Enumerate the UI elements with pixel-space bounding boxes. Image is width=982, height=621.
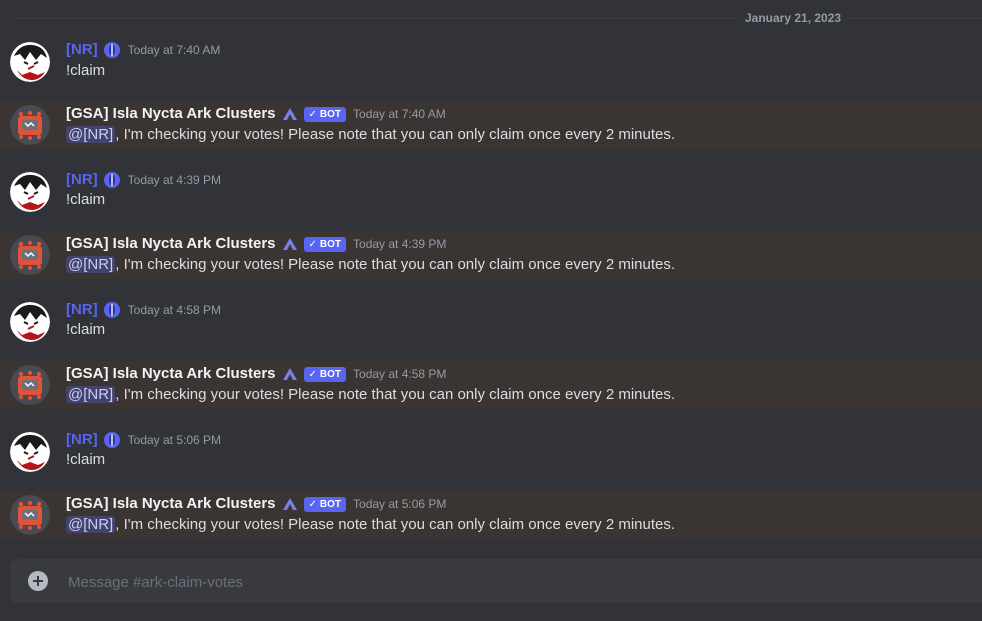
bot-tag: ✓ BOT xyxy=(303,366,347,382)
timestamp[interactable]: Today at 4:58 PM xyxy=(128,303,221,317)
user-mention[interactable]: @[NR] xyxy=(66,386,116,403)
message[interactable]: [NR] Today at 7:40 AM !claim xyxy=(0,36,982,96)
verified-check-icon: ✓ xyxy=(308,238,317,250)
message[interactable]: [NR] Today at 4:39 PM !claim xyxy=(0,166,982,226)
message-header: [GSA] Isla Nycta Ark Clusters ✓ BOT Today… xyxy=(66,104,446,124)
message-content: @[NR], I'm checking your votes! Please n… xyxy=(66,384,675,406)
timestamp[interactable]: Today at 4:39 PM xyxy=(353,237,446,251)
message[interactable]: [GSA] Isla Nycta Ark Clusters ✓ BOT Today… xyxy=(0,101,982,149)
bot-tag: ✓ BOT xyxy=(303,236,347,252)
date-divider: January 21, 2023 xyxy=(739,10,848,26)
verified-check-icon: ✓ xyxy=(308,498,317,510)
timestamp[interactable]: Today at 7:40 AM xyxy=(128,43,221,57)
timestamp[interactable]: Today at 5:06 PM xyxy=(353,497,446,511)
message-composer xyxy=(10,559,982,605)
user-mention[interactable]: @[NR] xyxy=(66,516,116,533)
message-header: [NR] Today at 5:06 PM xyxy=(66,430,221,450)
message-content: @[NR], I'm checking your votes! Please n… xyxy=(66,124,675,146)
user-mention[interactable]: @[NR] xyxy=(66,126,116,143)
message-text: , I'm checking your votes! Please note t… xyxy=(115,256,676,273)
nitro-badge-icon[interactable] xyxy=(103,171,121,189)
message-header: [NR] Today at 4:39 PM xyxy=(66,170,221,190)
nitro-badge-icon[interactable] xyxy=(103,431,121,449)
user-mention[interactable]: @[NR] xyxy=(66,256,116,273)
message-header: [GSA] Isla Nycta Ark Clusters ✓ BOT Today… xyxy=(66,364,446,384)
chat-view: January 21, 2023 [NR] Today at 7:40 AM !… xyxy=(0,0,982,621)
timestamp[interactable]: Today at 7:40 AM xyxy=(353,107,446,121)
message[interactable]: [GSA] Isla Nycta Ark Clusters ✓ BOT Today… xyxy=(0,491,982,539)
bot-avatar[interactable] xyxy=(10,365,50,405)
bot-avatar[interactable] xyxy=(10,235,50,275)
plus-circle-icon[interactable] xyxy=(28,571,48,591)
username[interactable]: [GSA] Isla Nycta Ark Clusters xyxy=(66,494,276,514)
message-text: , I'm checking your votes! Please note t… xyxy=(115,386,676,403)
message-text: , I'm checking your votes! Please note t… xyxy=(115,516,676,533)
nitro-badge-icon[interactable] xyxy=(103,41,121,59)
role-icon[interactable] xyxy=(281,235,299,253)
username[interactable]: [GSA] Isla Nycta Ark Clusters xyxy=(66,104,276,124)
username[interactable]: [NR] xyxy=(66,300,98,320)
bot-tag: ✓ BOT xyxy=(303,106,347,122)
avatar[interactable] xyxy=(10,432,50,472)
role-icon[interactable] xyxy=(281,495,299,513)
message[interactable]: [GSA] Isla Nycta Ark Clusters ✓ BOT Today… xyxy=(0,231,982,279)
message-content: !claim xyxy=(66,321,106,338)
message-content: @[NR], I'm checking your votes! Please n… xyxy=(66,514,675,536)
message-input[interactable] xyxy=(66,559,970,605)
nitro-badge-icon[interactable] xyxy=(103,301,121,319)
message-text: , I'm checking your votes! Please note t… xyxy=(115,126,676,143)
bot-avatar[interactable] xyxy=(10,105,50,145)
timestamp[interactable]: Today at 5:06 PM xyxy=(128,433,221,447)
username[interactable]: [GSA] Isla Nycta Ark Clusters xyxy=(66,364,276,384)
message[interactable]: [NR] Today at 5:06 PM !claim xyxy=(0,426,982,486)
message-header: [GSA] Isla Nycta Ark Clusters ✓ BOT Today… xyxy=(66,234,446,254)
bot-tag: ✓ BOT xyxy=(303,496,347,512)
message-content: !claim xyxy=(66,62,106,79)
message-content: !claim xyxy=(66,191,106,208)
message-content: @[NR], I'm checking your votes! Please n… xyxy=(66,254,675,276)
message-header: [NR] Today at 7:40 AM xyxy=(66,40,220,60)
message-header: [GSA] Isla Nycta Ark Clusters ✓ BOT Today… xyxy=(66,494,446,514)
avatar[interactable] xyxy=(10,42,50,82)
username[interactable]: [GSA] Isla Nycta Ark Clusters xyxy=(66,234,276,254)
role-icon[interactable] xyxy=(281,365,299,383)
message-content: !claim xyxy=(66,451,106,468)
verified-check-icon: ✓ xyxy=(308,108,317,120)
username[interactable]: [NR] xyxy=(66,430,98,450)
message[interactable]: [GSA] Isla Nycta Ark Clusters ✓ BOT Today… xyxy=(0,361,982,409)
timestamp[interactable]: Today at 4:58 PM xyxy=(353,367,446,381)
username[interactable]: [NR] xyxy=(66,170,98,190)
verified-check-icon: ✓ xyxy=(308,368,317,380)
role-icon[interactable] xyxy=(281,105,299,123)
message[interactable]: [NR] Today at 4:58 PM !claim xyxy=(0,296,982,356)
bot-avatar[interactable] xyxy=(10,495,50,535)
message-header: [NR] Today at 4:58 PM xyxy=(66,300,221,320)
timestamp[interactable]: Today at 4:39 PM xyxy=(128,173,221,187)
avatar[interactable] xyxy=(10,302,50,342)
username[interactable]: [NR] xyxy=(66,40,98,60)
avatar[interactable] xyxy=(10,172,50,212)
